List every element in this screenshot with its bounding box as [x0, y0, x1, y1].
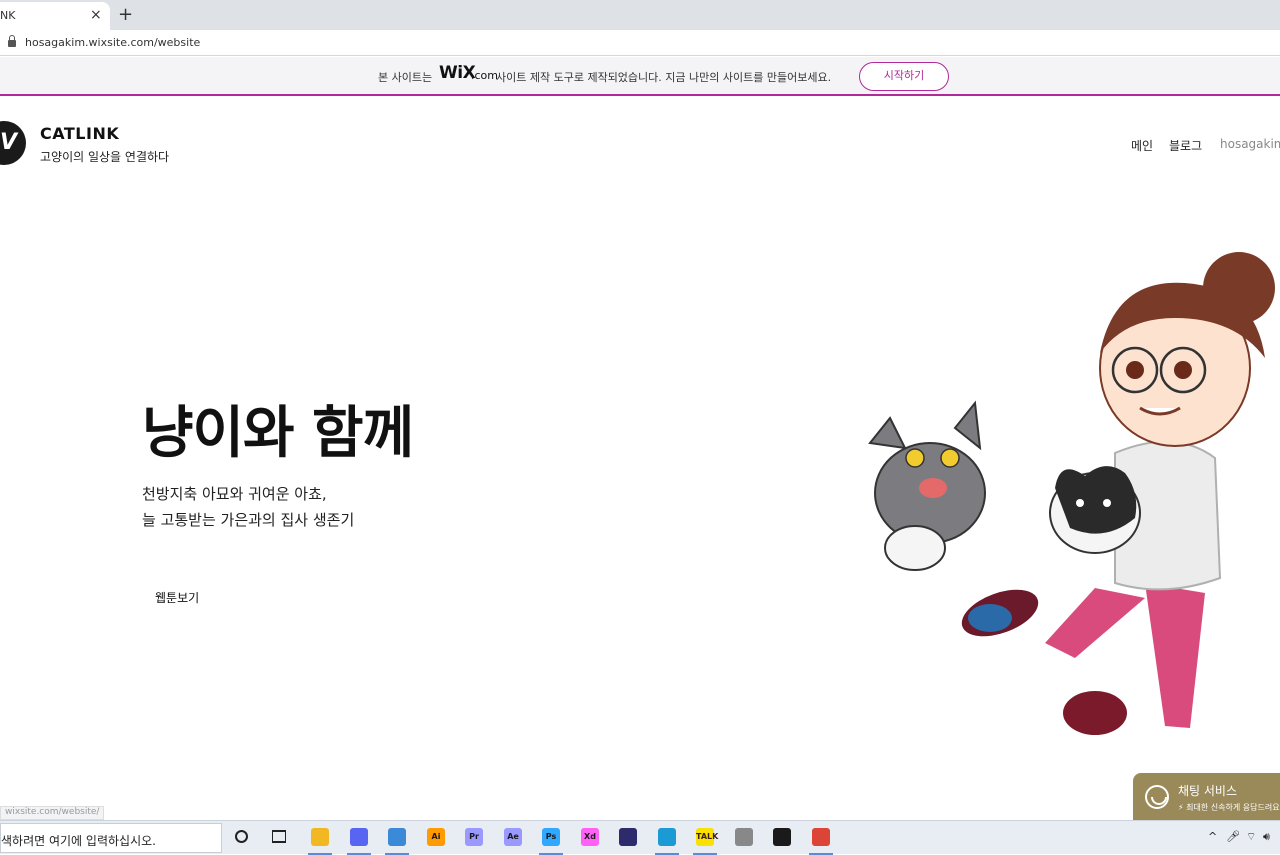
- nav-item-main[interactable]: 메인: [1131, 137, 1153, 154]
- cortana-icon[interactable]: [235, 830, 248, 843]
- illustrator-icon[interactable]: Ai: [427, 828, 445, 846]
- new-tab-button[interactable]: +: [118, 4, 133, 25]
- tab-title: NK: [0, 9, 16, 22]
- hero-title: 냥이와 함께: [142, 401, 414, 466]
- chrome-icon[interactable]: [809, 828, 833, 855]
- taskbar: 색하려면 여기에 입력하십시오. Ai Pr Ae Ps Xd TALK ^ 🎤︎ ⌔ 🔊…: [0, 820, 1280, 855]
- hero-subtitle-line-1: 천방지축 아묘와 귀여운 아쵸,: [142, 485, 327, 503]
- volume-icon[interactable]: 🔊︎: [1263, 830, 1270, 844]
- wifi-icon[interactable]: ⌔: [1246, 830, 1256, 844]
- tray-chevron-icon[interactable]: ^: [1208, 830, 1217, 843]
- lock-icon[interactable]: [8, 35, 16, 47]
- shoe: [1063, 691, 1127, 735]
- file-explorer-icon[interactable]: [308, 828, 332, 855]
- smile-icon: [1145, 785, 1169, 809]
- wix-start-button[interactable]: 시작하기: [859, 62, 949, 91]
- wix-logo-domain: .com: [471, 69, 498, 82]
- webtoon-button[interactable]: 웹툰보기: [155, 589, 199, 606]
- after-effects-icon[interactable]: Ae: [504, 828, 522, 846]
- nav-item-user[interactable]: hosagakim: [1220, 137, 1280, 151]
- status-bar-url: wixsite.com/website/: [0, 806, 105, 820]
- site-logo-letter: V: [0, 130, 18, 155]
- hero-illustration: [868, 252, 1275, 735]
- nav-item-blog[interactable]: 블로그: [1169, 137, 1202, 154]
- address-bar[interactable]: hosagakim.wixsite.com/website: [0, 30, 1280, 56]
- wix-banner-text-before: 본 사이트는: [378, 71, 433, 84]
- browser-tab-strip: NK × +: [0, 0, 1280, 30]
- notebook-icon[interactable]: [619, 828, 637, 846]
- taskbar-search-input[interactable]: 색하려면 여기에 입력하십시오.: [0, 823, 222, 853]
- task-view-icon[interactable]: [272, 830, 286, 843]
- site-logo[interactable]: V: [0, 121, 26, 165]
- wix-banner: 본 사이트는 WiX .com 사이트 제작 도구로 제작되었습니다. 지금 나…: [0, 57, 1280, 96]
- photos-icon[interactable]: [385, 828, 409, 855]
- xd-icon[interactable]: Xd: [581, 828, 599, 846]
- site-tagline: 고양이의 일상을 연결하다: [40, 150, 170, 164]
- hero-subtitle-line-2: 늘 고통받는 가은과의 집사 생존기: [142, 511, 355, 529]
- chat-title: 채팅 서비스: [1178, 784, 1238, 798]
- sticky-notes-icon[interactable]: [773, 828, 791, 846]
- discord-icon[interactable]: [347, 828, 371, 855]
- url-text[interactable]: hosagakim.wixsite.com/website: [25, 36, 200, 49]
- wix-logo: WiX: [439, 63, 476, 83]
- microphone-icon[interactable]: 🎤︎: [1226, 830, 1240, 843]
- chat-subtitle: ⚡ 최대한 신속하게 응답드려요: [1178, 803, 1280, 812]
- photoshop-icon[interactable]: Ps: [539, 828, 563, 855]
- site-title[interactable]: CATLINK: [40, 124, 119, 143]
- edge-icon[interactable]: [655, 828, 679, 855]
- microphone-app-icon[interactable]: [735, 828, 753, 846]
- taskbar-search-placeholder: 색하려면 여기에 입력하십시오.: [1, 834, 156, 848]
- wix-banner-text-after: 사이트 제작 도구로 제작되었습니다. 지금 나만의 사이트를 만들어보세요.: [496, 71, 832, 84]
- browser-tab[interactable]: NK ×: [0, 2, 110, 30]
- tab-close-icon[interactable]: ×: [90, 7, 102, 23]
- kakaotalk-icon[interactable]: TALK: [693, 828, 718, 855]
- chat-widget[interactable]: 채팅 서비스 ⚡ 최대한 신속하게 응답드려요: [1133, 773, 1280, 820]
- premiere-icon[interactable]: Pr: [465, 828, 483, 846]
